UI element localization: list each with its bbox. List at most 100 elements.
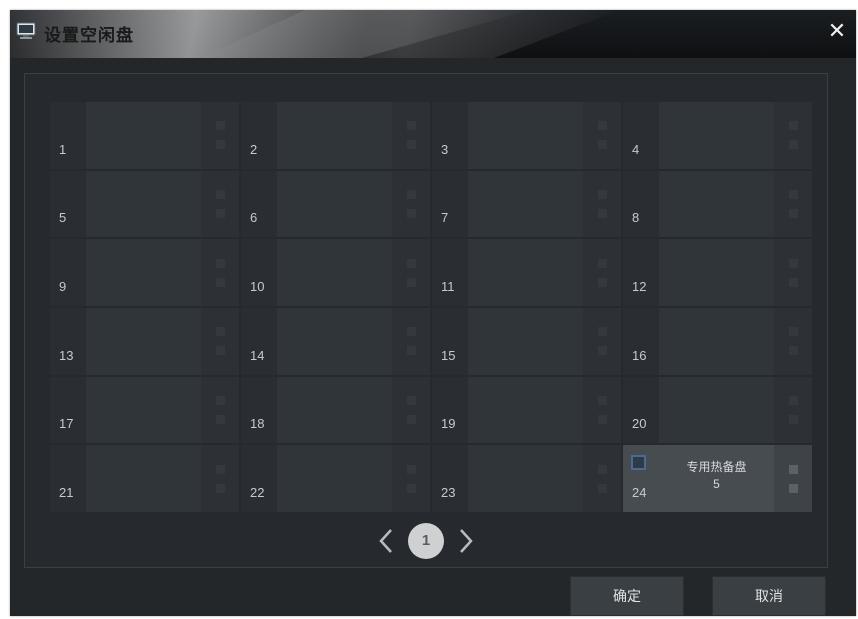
status-led-icon [215,258,225,268]
slot-number: 6 [250,210,258,226]
slot-status-leds [583,102,621,169]
slot-status-leds [583,307,621,375]
slot-status-leds [583,445,621,512]
slot-body [86,376,201,444]
slot-body [468,445,583,512]
slot-status-leds [392,376,430,444]
cancel-button[interactable]: 取消 [712,576,826,616]
status-led-icon [788,327,798,337]
disk-slot[interactable]: 1 [50,102,239,169]
disk-slot[interactable]: 11 [432,239,621,306]
prev-page-icon[interactable] [374,526,398,556]
status-led-icon [788,346,798,356]
set-idle-disk-dialog: 设置空闲盘 ✕ 1 2 3 4 5 6 7 8 9 10 11 12 13 14 15 16 17 18 19 20 2… [10,10,856,616]
disk-slot[interactable]: 6 [241,170,430,238]
disk-slot[interactable]: 2 [241,102,430,169]
next-page-icon[interactable] [454,526,478,556]
slot-status-leds [392,170,430,238]
disk-slot[interactable]: 10 [241,239,430,306]
disk-slot[interactable]: 15 [432,307,621,375]
slot-number: 12 [632,278,647,294]
slot-number: 1 [59,141,67,157]
status-led-icon [215,327,225,337]
slot-body [659,102,774,169]
status-led-icon [406,140,416,150]
disk-slot[interactable]: 19 [432,376,621,444]
status-led-icon [215,208,225,218]
disk-slot[interactable]: 14 [241,307,430,375]
slot-body [277,376,392,444]
slot-status-leds [774,445,812,512]
status-led-icon [406,121,416,131]
disk-slot[interactable]: 8 [623,170,812,238]
slot-body [86,307,201,375]
slot-status-leds [392,445,430,512]
slot-number: 11 [441,278,455,294]
status-led-icon [788,208,798,218]
slot-body [468,102,583,169]
ok-button[interactable]: 确定 [570,576,684,616]
slot-number-cell: 13 [50,307,86,375]
slot-number-cell: 4 [623,102,659,169]
slot-number: 10 [250,278,265,294]
slot-number-cell: 18 [241,376,277,444]
disk-slot[interactable]: 20 [623,376,812,444]
status-led-icon [597,121,607,131]
disk-slot[interactable]: 9 [50,239,239,306]
slot-number: 3 [441,141,449,157]
pagination: 1 [25,523,827,559]
disk-slot[interactable]: 5 [50,170,239,238]
disk-slot[interactable]: 16 [623,307,812,375]
slot-body [468,170,583,238]
disk-slot[interactable]: 7 [432,170,621,238]
slot-number-cell: 23 [432,445,468,512]
close-button[interactable]: ✕ [826,20,848,42]
page-number-button[interactable]: 1 [408,523,444,559]
title-bar[interactable]: 设置空闲盘 ✕ [10,10,856,58]
disk-slot[interactable]: 18 [241,376,430,444]
slot-number-cell: 14 [241,307,277,375]
disk-slot[interactable]: 17 [50,376,239,444]
slot-body [86,170,201,238]
status-led-icon [597,346,607,356]
disk-slot[interactable]: 4 [623,102,812,169]
slot-number: 13 [59,347,74,363]
status-led-icon [788,483,798,493]
status-led-icon [406,258,416,268]
status-led-icon [788,464,798,474]
status-led-icon [215,346,225,356]
slot-body [659,170,774,238]
disk-slot[interactable]: 3 [432,102,621,169]
status-led-icon [597,208,607,218]
slot-body [86,445,201,512]
slot-status-leds [583,239,621,306]
slot-number-cell: 7 [432,170,468,238]
status-led-icon [597,189,607,199]
slot-number-cell: 20 [623,376,659,444]
slot-status-leds [201,445,239,512]
status-led-icon [788,258,798,268]
disk-slot[interactable]: 22 [241,445,430,512]
slot-number: 2 [250,141,258,157]
slot-status-leds [392,102,430,169]
disk-slot[interactable]: 21 [50,445,239,512]
status-led-icon [788,189,798,199]
slot-number-cell: 19 [432,376,468,444]
status-led-icon [597,277,607,287]
slot-number: 5 [59,210,67,226]
disk-slot[interactable]: 12 [623,239,812,306]
disk-slot[interactable]: 13 [50,307,239,375]
slot-number-cell: 1 [50,102,86,169]
slot-status-leds [774,307,812,375]
slot-status-leds [201,307,239,375]
disk-slot[interactable]: 23 [432,445,621,512]
status-led-icon [215,121,225,131]
status-led-icon [406,189,416,199]
slot-checkbox[interactable] [631,455,646,471]
slot-number-cell: 16 [623,307,659,375]
status-led-icon [597,327,607,337]
disk-slot[interactable]: 24 专用热备盘 5 [623,445,812,512]
slot-number-cell: 2 [241,102,277,169]
status-led-icon [597,483,607,493]
disk-slot-panel: 1 2 3 4 5 6 7 8 9 10 11 12 13 14 15 16 17 18 19 20 21 22 23 24 专… [24,73,828,568]
